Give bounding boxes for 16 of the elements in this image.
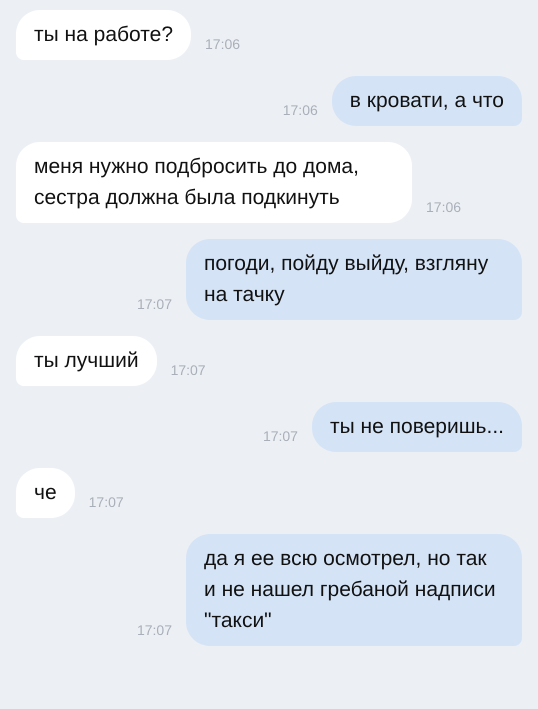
message-time: 17:06 xyxy=(205,36,240,54)
message-bubble: ты лучший xyxy=(16,336,157,386)
message-bubble: ты на работе? xyxy=(16,10,192,60)
message-time: 17:07 xyxy=(170,362,206,380)
message-bubble: меня нужно подбросить до дома, сестра должна была подкинуть xyxy=(16,142,412,223)
message-time: 17:07 xyxy=(262,428,298,446)
message-bubble: погоди, пойду выйду, взгляну на тачку xyxy=(186,239,522,320)
message-time: 17:07 xyxy=(136,296,172,314)
message-time: 17:07 xyxy=(88,494,124,512)
message-bubble: в кровати, а что xyxy=(332,76,522,126)
message-time: 17:06 xyxy=(282,102,318,120)
message-time: 17:07 xyxy=(136,622,172,640)
message-time: 17:06 xyxy=(426,199,462,217)
message-bubble: че xyxy=(16,468,75,518)
message-bubble: ты не поверишь... xyxy=(312,402,522,452)
message-bubble: да я ее всю осмотрел, но так и не нашел гребаной надписи "такси" xyxy=(186,534,522,646)
